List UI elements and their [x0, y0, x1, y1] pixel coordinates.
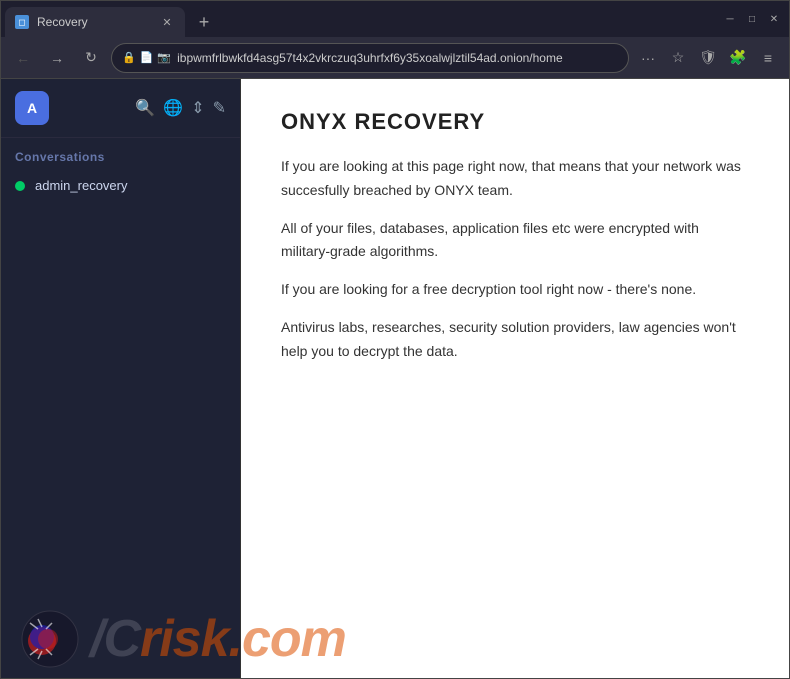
close-button[interactable]: ✕ [767, 12, 781, 26]
tab-favicon: ◻ [15, 15, 29, 29]
window-controls: ─ □ ✕ [715, 1, 789, 37]
maximize-button[interactable]: □ [745, 12, 759, 26]
conversation-name: admin_recovery [35, 178, 128, 193]
main-area: A 🔍 🌐 ⇕ ✎ Conversations admin_recovery O… [1, 79, 789, 678]
title-bar: ◻ Recovery ✕ + ─ □ ✕ [1, 1, 789, 37]
nav-right-buttons: ··· ☆ 🛡 🧩 ≡ [635, 45, 781, 71]
paragraph-4: Antivirus labs, researches, security sol… [281, 316, 749, 364]
page-title: ONYX RECOVERY [281, 109, 749, 135]
navigation-bar: ← → ↻ 🔒 📄 📷 ibpwmfrlbwkfd4asg57t4x2vkrcz… [1, 37, 789, 79]
refresh-button[interactable]: ↻ [77, 44, 105, 72]
paragraph-3: If you are looking for a free decryption… [281, 278, 749, 302]
page-body: If you are looking at this page right no… [281, 155, 749, 364]
bookmark-button[interactable]: ☆ [665, 45, 691, 71]
shield-button[interactable]: 🛡 [695, 45, 721, 71]
reader-icon: 📄 [140, 51, 154, 64]
browser-tab[interactable]: ◻ Recovery ✕ [5, 7, 185, 37]
edit-icon[interactable]: ✎ [213, 98, 226, 118]
address-bar[interactable]: 🔒 📄 📷 ibpwmfrlbwkfd4asg57t4x2vkrczuq3uhr… [111, 43, 629, 73]
conversations-label: Conversations [1, 138, 240, 170]
new-tab-button[interactable]: + [189, 7, 219, 37]
lock-icon: 🔒 [122, 51, 136, 64]
sort-icon[interactable]: ⇕ [191, 98, 204, 118]
web-content: ONYX RECOVERY If you are looking at this… [241, 79, 789, 678]
tab-title: Recovery [37, 15, 151, 29]
paragraph-2: All of your files, databases, applicatio… [281, 217, 749, 265]
extensions-button[interactable]: 🧩 [725, 45, 751, 71]
avatar: A [15, 91, 49, 125]
address-security-icons: 🔒 📄 📷 [122, 51, 171, 64]
forward-button[interactable]: → [43, 44, 71, 72]
back-button[interactable]: ← [9, 44, 37, 72]
sidebar-header: A 🔍 🌐 ⇕ ✎ [1, 79, 240, 138]
globe-icon[interactable]: 🌐 [163, 98, 183, 118]
menu-button[interactable]: ≡ [755, 45, 781, 71]
conversation-item[interactable]: admin_recovery [1, 170, 240, 201]
paragraph-1: If you are looking at this page right no… [281, 155, 749, 203]
status-online-dot [15, 181, 25, 191]
tab-area: ◻ Recovery ✕ + [1, 1, 715, 37]
sidebar: A 🔍 🌐 ⇕ ✎ Conversations admin_recovery [1, 79, 241, 678]
tab-close-button[interactable]: ✕ [159, 14, 175, 30]
browser-window: ◻ Recovery ✕ + ─ □ ✕ ← → ↻ 🔒 📄 📷 ibpwmfr… [0, 0, 790, 679]
minimize-button[interactable]: ─ [723, 12, 737, 26]
search-icon[interactable]: 🔍 [135, 98, 155, 118]
sidebar-header-icons: 🔍 🌐 ⇕ ✎ [135, 98, 226, 118]
more-button[interactable]: ··· [635, 45, 661, 71]
camera-icon: 📷 [157, 51, 171, 64]
url-text: ibpwmfrlbwkfd4asg57t4x2vkrczuq3uhrfxf6y3… [177, 51, 618, 65]
